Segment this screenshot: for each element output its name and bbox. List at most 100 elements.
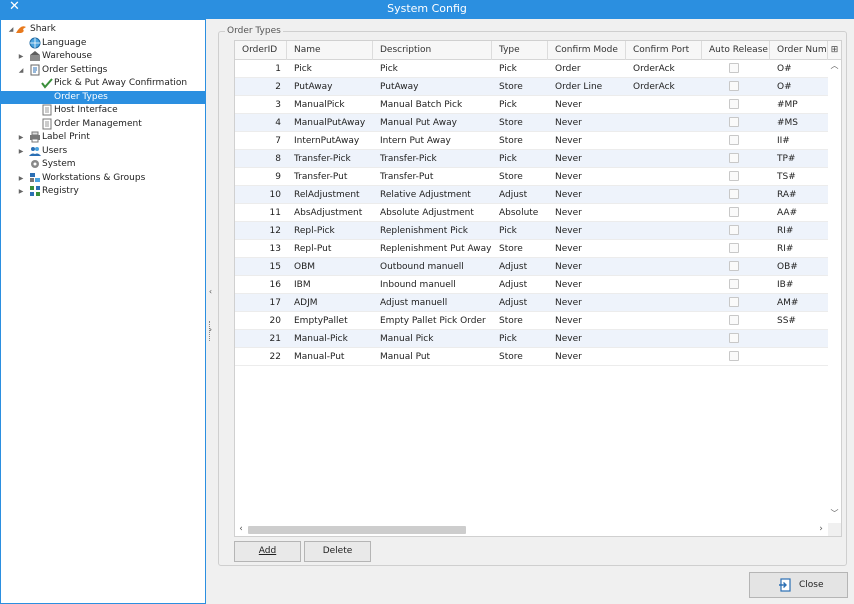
cell-description: Manual Put: [380, 352, 431, 362]
tree-item-warehouse[interactable]: ▶ Warehouse: [1, 50, 205, 63]
tree-item-order-management[interactable]: Order Management: [1, 118, 205, 131]
cell-confirm-port: [626, 132, 702, 150]
order-types-grid[interactable]: OrderID Name Description Type Confirm Mode Co…: [234, 40, 842, 537]
cell-type: Adjust: [499, 298, 528, 308]
cell-orderid: 10: [269, 190, 281, 200]
table-row[interactable]: 21 Manual-Pick Manual Pick Pick Never: [235, 330, 828, 348]
cell-confirm-mode: Never: [555, 226, 582, 236]
auto-release-checkbox[interactable]: [729, 297, 739, 307]
cell-confirm-port: [626, 294, 702, 312]
cell-description: PutAway: [380, 82, 419, 92]
auto-release-checkbox[interactable]: [729, 207, 739, 217]
tree-item-order-settings[interactable]: ◢ Order Settings: [1, 64, 205, 77]
auto-release-checkbox[interactable]: [729, 171, 739, 181]
tree-item-pick-put-away-confirmation[interactable]: Pick & Put Away Confirmation: [1, 77, 205, 90]
tree-item-system[interactable]: System: [1, 158, 205, 171]
auto-release-checkbox[interactable]: [729, 261, 739, 271]
tree-item-order-types[interactable]: Order Types: [1, 90, 205, 104]
table-row[interactable]: 8 Transfer-Pick Transfer-Pick Pick Never TP#: [235, 150, 828, 168]
column-header-description[interactable]: Description: [373, 41, 492, 60]
expand-arrow-icon[interactable]: ▶: [17, 145, 25, 158]
table-row[interactable]: 17 ADJM Adjust manuell Adjust Never AM#: [235, 294, 828, 312]
table-row[interactable]: 11 AbsAdjustment Absolute Adjustment Absolu…: [235, 204, 828, 222]
table-row[interactable]: 13 Repl-Put Replenishment Put Away Store Nev…: [235, 240, 828, 258]
scroll-up-icon[interactable]: ︿: [828, 60, 841, 72]
auto-release-checkbox[interactable]: [729, 351, 739, 361]
cell-name: AbsAdjustment: [294, 208, 363, 218]
tree-item-shark[interactable]: ◢ Shark: [1, 23, 205, 36]
panel-splitter[interactable]: ‹ ›: [206, 19, 215, 604]
collapse-arrow-icon[interactable]: ◢: [17, 64, 25, 77]
expand-arrow-icon[interactable]: ▶: [17, 185, 25, 198]
column-header-orderid[interactable]: OrderID: [235, 41, 287, 60]
auto-release-checkbox[interactable]: [729, 81, 739, 91]
expand-arrow-icon[interactable]: ▶: [17, 131, 25, 144]
scroll-right-icon[interactable]: ›: [815, 523, 827, 536]
cell-name: RelAdjustment: [294, 190, 360, 200]
cell-type: Store: [499, 352, 523, 362]
column-header-order-number[interactable]: Order Number: [770, 41, 828, 60]
table-row[interactable]: 4 ManualPutAway Manual Put Away Store Never #…: [235, 114, 828, 132]
cell-orderid: 2: [275, 82, 281, 92]
expand-right-icon[interactable]: ›: [207, 325, 214, 334]
auto-release-checkbox[interactable]: [729, 333, 739, 343]
column-header-auto-release[interactable]: Auto Release: [702, 41, 770, 60]
cell-confirm-mode: Never: [555, 172, 582, 182]
table-row[interactable]: 3 ManualPick Manual Batch Pick Pick Never #MP: [235, 96, 828, 114]
tree-item-users[interactable]: ▶ Users: [1, 145, 205, 158]
auto-release-checkbox[interactable]: [729, 189, 739, 199]
add-button[interactable]: Add: [234, 541, 301, 562]
close-button[interactable]: Close: [749, 572, 848, 598]
scroll-down-icon[interactable]: ﹀: [828, 508, 841, 520]
column-chooser-icon[interactable]: ⊞: [828, 41, 841, 60]
auto-release-checkbox[interactable]: [729, 135, 739, 145]
table-row[interactable]: 2 PutAway PutAway Store Order Line OrderAck O#: [235, 78, 828, 96]
table-row[interactable]: 10 RelAdjustment Relative Adjustment Adjust…: [235, 186, 828, 204]
expand-arrow-icon[interactable]: ▶: [17, 172, 25, 185]
cell-confirm-port: OrderAck: [633, 82, 675, 92]
table-row[interactable]: 20 EmptyPallet Empty Pallet Pick Order Stor…: [235, 312, 828, 330]
tree-item-language[interactable]: Language: [1, 37, 205, 50]
tree-item-workstations-groups[interactable]: ▶ Workstations & Groups: [1, 172, 205, 185]
collapse-left-icon[interactable]: ‹: [207, 287, 214, 296]
cell-confirm-mode: Never: [555, 316, 582, 326]
table-row[interactable]: 12 Repl-Pick Replenishment Pick Pick Never RI…: [235, 222, 828, 240]
tree-item-label: Warehouse: [42, 51, 93, 61]
column-header-confirm-mode[interactable]: Confirm Mode: [548, 41, 626, 60]
column-header-confirm-port[interactable]: Confirm Port: [626, 41, 702, 60]
column-header-name[interactable]: Name: [287, 41, 373, 60]
cell-name: EmptyPallet: [294, 316, 348, 326]
auto-release-checkbox[interactable]: [729, 153, 739, 163]
column-header-type[interactable]: Type: [492, 41, 548, 60]
auto-release-checkbox[interactable]: [729, 117, 739, 127]
tree-item-host-interface[interactable]: Host Interface: [1, 104, 205, 117]
tree-item-label-print[interactable]: ▶ Label Print: [1, 131, 205, 144]
collapse-arrow-icon[interactable]: ◢: [7, 23, 15, 36]
expand-arrow-icon[interactable]: ▶: [17, 50, 25, 63]
horizontal-scroll-thumb[interactable]: [248, 526, 466, 534]
auto-release-checkbox[interactable]: [729, 99, 739, 109]
table-row[interactable]: 22 Manual-Put Manual Put Store Never: [235, 348, 828, 366]
cell-description: Manual Batch Pick: [380, 100, 463, 110]
auto-release-checkbox[interactable]: [729, 243, 739, 253]
auto-release-checkbox[interactable]: [729, 225, 739, 235]
delete-button[interactable]: Delete: [304, 541, 371, 562]
exit-door-icon: [779, 578, 791, 592]
table-row[interactable]: 9 Transfer-Put Transfer-Put Store Never TS#: [235, 168, 828, 186]
auto-release-checkbox[interactable]: [729, 279, 739, 289]
table-row[interactable]: 1 Pick Pick Pick Order OrderAck O#: [235, 60, 828, 78]
table-row[interactable]: 7 InternPutAway Intern Put Away Store Never I…: [235, 132, 828, 150]
scroll-left-icon[interactable]: ‹: [235, 523, 247, 536]
auto-release-checkbox[interactable]: [729, 63, 739, 73]
vertical-scrollbar[interactable]: ︿ ﹀: [828, 60, 841, 520]
auto-release-checkbox[interactable]: [729, 315, 739, 325]
settings-tree[interactable]: ◢ Shark Language ▶ Warehouse ◢ Order Settings P…: [0, 19, 206, 604]
table-row[interactable]: 15 OBM Outbound manuell Adjust Never OB#: [235, 258, 828, 276]
cell-type: Store: [499, 136, 523, 146]
cell-confirm-mode: Never: [555, 100, 582, 110]
table-row[interactable]: 16 IBM Inbound manuell Adjust Never IB#: [235, 276, 828, 294]
tree-item-registry[interactable]: ▶ Registry: [1, 185, 205, 198]
cell-description: Relative Adjustment: [380, 190, 471, 200]
horizontal-scrollbar[interactable]: ‹ ›: [235, 523, 828, 536]
globe-icon: [29, 37, 41, 48]
